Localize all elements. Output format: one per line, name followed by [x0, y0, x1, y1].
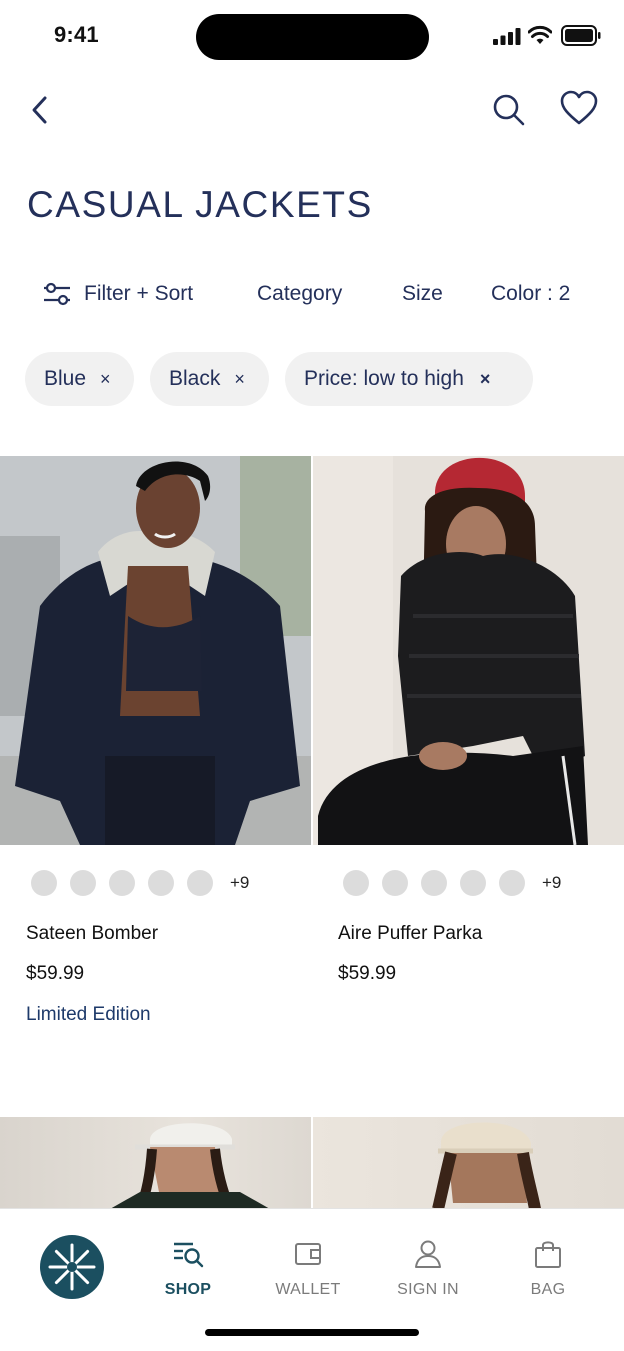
tab-bag-label: BAG	[530, 1281, 566, 1298]
tab-wallet[interactable]: WALLET	[258, 1239, 358, 1299]
color-swatch[interactable]	[499, 870, 525, 896]
close-icon[interactable]: ×	[100, 369, 111, 390]
color-swatch[interactable]	[460, 870, 486, 896]
color-swatch[interactable]	[343, 870, 369, 896]
search-icon[interactable]	[490, 91, 526, 127]
back-icon[interactable]	[26, 92, 54, 128]
more-colors-count[interactable]: +9	[542, 873, 561, 893]
color-swatch[interactable]	[70, 870, 96, 896]
filter-sliders-icon	[44, 282, 70, 306]
favorites-heart-icon[interactable]	[560, 90, 598, 126]
wallet-icon	[295, 1243, 321, 1265]
product-image-partial[interactable]	[313, 1117, 624, 1209]
category-filter[interactable]: Category	[257, 282, 342, 306]
size-filter[interactable]: Size	[402, 282, 443, 306]
chip-label: Black	[169, 367, 221, 390]
tab-wallet-label: WALLET	[275, 1281, 341, 1298]
color-swatch[interactable]	[148, 870, 174, 896]
color-swatch[interactable]	[421, 870, 447, 896]
brand-logo-home-button[interactable]	[40, 1235, 104, 1299]
filter-chip-blue[interactable]: Blue ×	[25, 352, 134, 406]
color-swatch[interactable]	[187, 870, 213, 896]
sort-chip-price[interactable]: Price: low to high ×	[285, 352, 533, 406]
status-time: 9:41	[54, 22, 99, 47]
tab-shop[interactable]: SHOP	[138, 1239, 238, 1299]
home-indicator[interactable]	[205, 1329, 419, 1336]
shop-search-icon	[174, 1242, 204, 1268]
model-photo-illustration	[0, 456, 311, 845]
color-swatches: +9	[31, 870, 249, 896]
close-icon[interactable]: ×	[480, 369, 491, 390]
product-name[interactable]: Sateen Bomber	[26, 923, 158, 945]
close-icon[interactable]: ×	[234, 369, 245, 390]
color-filter[interactable]: Color : 2	[491, 282, 570, 306]
product-image-sateen-bomber[interactable]	[0, 456, 311, 845]
tab-sign-in[interactable]: SIGN IN	[378, 1239, 478, 1299]
color-swatch[interactable]	[109, 870, 135, 896]
model-photo-illustration	[110, 1123, 270, 1209]
filter-chip-black[interactable]: Black ×	[150, 352, 269, 406]
model-photo-illustration	[313, 456, 624, 845]
shopping-bag-icon	[535, 1241, 561, 1268]
product-price: $59.99	[338, 963, 397, 984]
color-swatch[interactable]	[382, 870, 408, 896]
pinwheel-logo-icon	[48, 1243, 96, 1291]
limited-edition-badge: Limited Edition	[26, 1004, 151, 1025]
product-image-partial[interactable]	[0, 1117, 311, 1209]
chip-label: Blue	[44, 367, 87, 390]
color-swatch[interactable]	[31, 870, 57, 896]
model-photo-illustration	[432, 1122, 541, 1209]
filter-sort-button[interactable]: Filter + Sort	[42, 280, 193, 308]
tab-shop-label: SHOP	[164, 1281, 212, 1298]
cellular-signal-icon	[493, 28, 521, 45]
filter-bar: Filter + Sort Category Size Color : 2	[0, 272, 624, 318]
page-title: CASUAL JACKETS	[27, 184, 373, 225]
status-bar: 9:41	[0, 0, 624, 74]
product-price: $59.99	[26, 963, 85, 984]
product-image-aire-puffer-parka[interactable]	[313, 456, 624, 845]
more-colors-count[interactable]: +9	[230, 873, 249, 893]
dynamic-island	[196, 14, 429, 60]
color-swatches: +9	[343, 870, 561, 896]
battery-icon	[561, 25, 601, 46]
product-name[interactable]: Aire Puffer Parka	[338, 923, 482, 945]
user-icon	[415, 1240, 441, 1268]
tab-bag[interactable]: BAG	[498, 1239, 598, 1299]
tab-sign-in-label: SIGN IN	[397, 1281, 459, 1298]
filter-sort-label: Filter + Sort	[84, 282, 194, 305]
wifi-icon	[528, 25, 552, 44]
chip-label: Price: low to high	[304, 367, 464, 390]
